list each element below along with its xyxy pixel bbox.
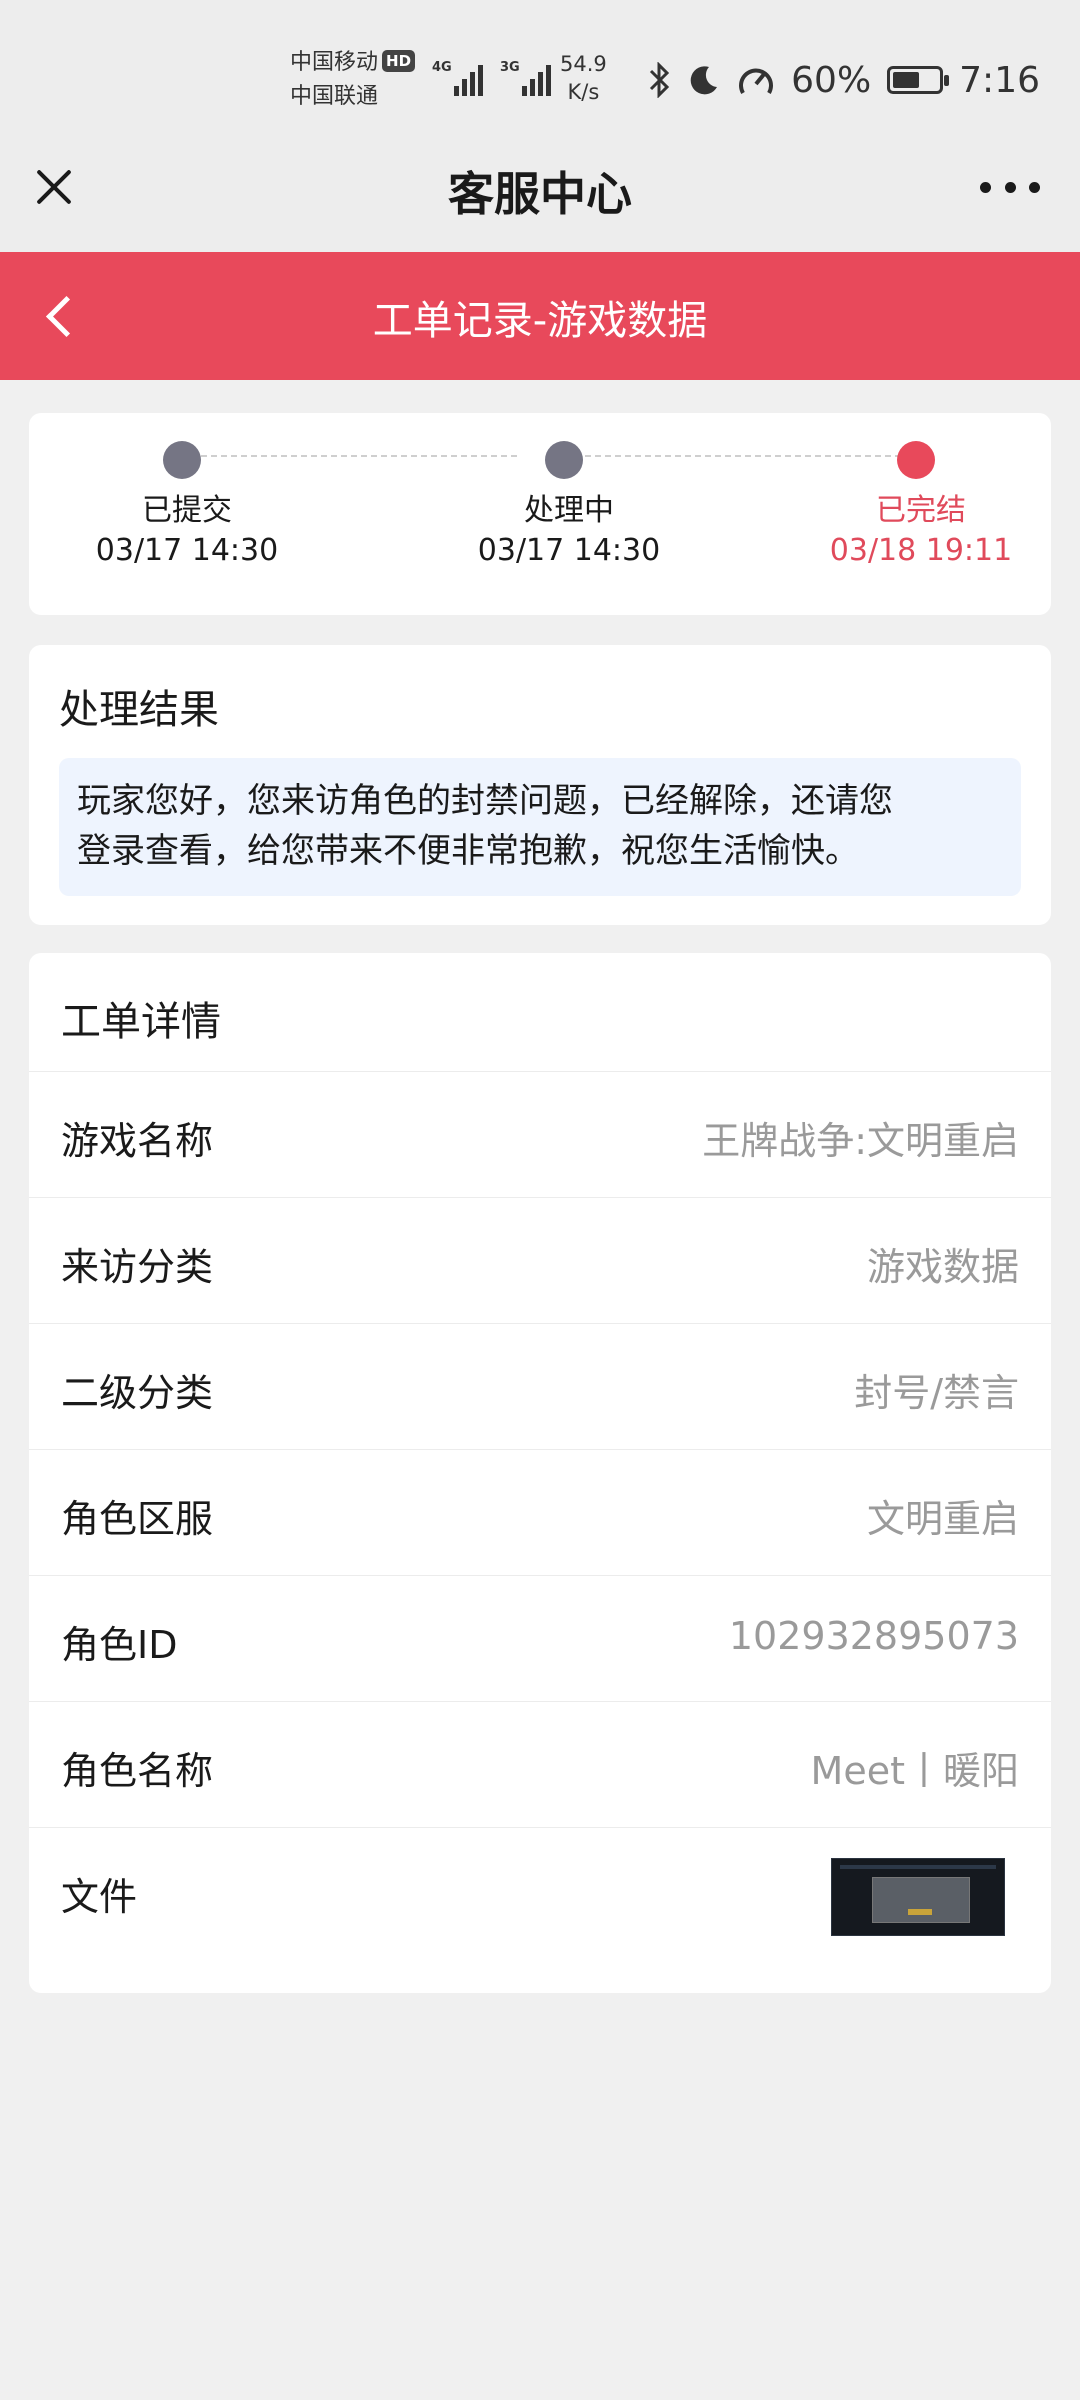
row-value: 游戏数据 (866, 1245, 1019, 1289)
moon-icon (690, 66, 718, 95)
app-title: 客服中心 (448, 167, 632, 221)
battery-icon (887, 66, 950, 94)
step-dot (163, 441, 201, 479)
signal-bars-icon (454, 60, 494, 96)
speed-unit: K/s (567, 80, 600, 104)
row-key: 文件 (61, 1875, 138, 1919)
net-type-1: 4G (432, 60, 452, 75)
result-title: 处理结果 (59, 687, 219, 733)
page-title: 工单记录-游戏数据 (372, 298, 708, 344)
carrier-info: 中国移动 HD 中国联通 (290, 46, 416, 114)
detail-row-subcategory: 二级分类 封号/禁言 (29, 1323, 1051, 1449)
row-value: Meet丨暖阳 (810, 1749, 1019, 1793)
step-dot (897, 441, 935, 479)
row-key: 角色区服 (61, 1497, 214, 1541)
gauge-icon (739, 68, 774, 94)
result-line-2: 登录查看，给您带来不便非常抱歉，祝您生活愉快。 (77, 831, 859, 871)
carrier-2: 中国联通 (290, 84, 379, 109)
status-icons: 60% 7:16 (647, 50, 1040, 110)
detail-row-role-id: 角色ID 102932895073 (29, 1575, 1051, 1701)
speed-value: 54.9 (560, 52, 607, 76)
step-dot (545, 441, 583, 479)
step-time: 03/18 19:11 (829, 533, 1013, 568)
attachment-thumbnail[interactable] (831, 1858, 1005, 1936)
row-value: 王牌战争:文明重启 (702, 1119, 1019, 1163)
result-message: 玩家您好，您来访角色的封禁问题，已经解除，还请您 登录查看，给您带来不便非常抱歉… (59, 758, 1021, 896)
page-header: 工单记录-游戏数据 (0, 252, 1080, 380)
row-key: 游戏名称 (61, 1119, 214, 1163)
row-value: 文明重启 (866, 1497, 1019, 1541)
step-label: 处理中 (524, 493, 614, 528)
carrier-1: 中国移动 (290, 50, 379, 75)
step-label: 已提交 (142, 493, 232, 528)
step-time: 03/17 14:30 (477, 533, 661, 568)
row-key: 二级分类 (61, 1371, 214, 1415)
detail-row-category: 来访分类 游戏数据 (29, 1197, 1051, 1323)
result-card: 处理结果 玩家您好，您来访角色的封禁问题，已经解除，还请您 登录查看，给您带来不… (29, 645, 1051, 925)
details-title: 工单详情 (61, 999, 221, 1045)
hd-badge: HD (382, 50, 416, 72)
result-line-1: 玩家您好，您来访角色的封禁问题，已经解除，还请您 (77, 781, 893, 821)
detail-row-server: 角色区服 文明重启 (29, 1449, 1051, 1575)
detail-card: 工单详情 游戏名称 王牌战争:文明重启 来访分类 游戏数据 二级分类 封号/禁言… (29, 953, 1051, 1993)
progress-card: 已提交 03/17 14:30 处理中 03/17 14:30 已完结 03/1… (29, 413, 1051, 615)
more-dots-icon[interactable] (980, 182, 1040, 196)
progress-connector (585, 455, 901, 457)
row-key: 来访分类 (61, 1245, 214, 1289)
detail-row-file: 文件 (29, 1827, 1051, 1953)
net-type-2: 3G (500, 60, 520, 75)
title-bar: 客服中心 (0, 120, 1080, 252)
row-value: 102932895073 (728, 1614, 1019, 1658)
battery-percent: 60% (791, 59, 872, 101)
detail-row-game-name: 游戏名称 王牌战争:文明重启 (29, 1071, 1051, 1197)
clock: 7:16 (959, 59, 1040, 101)
row-key: 角色名称 (61, 1749, 214, 1793)
network-speed: 54.9 K/s (560, 50, 607, 106)
step-time: 03/17 14:30 (95, 533, 279, 568)
detail-row-role-name: 角色名称 Meet丨暖阳 (29, 1701, 1051, 1827)
bluetooth-icon (650, 62, 670, 98)
step-label: 已完结 (876, 493, 966, 528)
row-key: 角色ID (61, 1623, 178, 1667)
row-value: 封号/禁言 (854, 1371, 1019, 1415)
progress-connector (201, 455, 517, 457)
signal-bars-icon (522, 60, 562, 96)
